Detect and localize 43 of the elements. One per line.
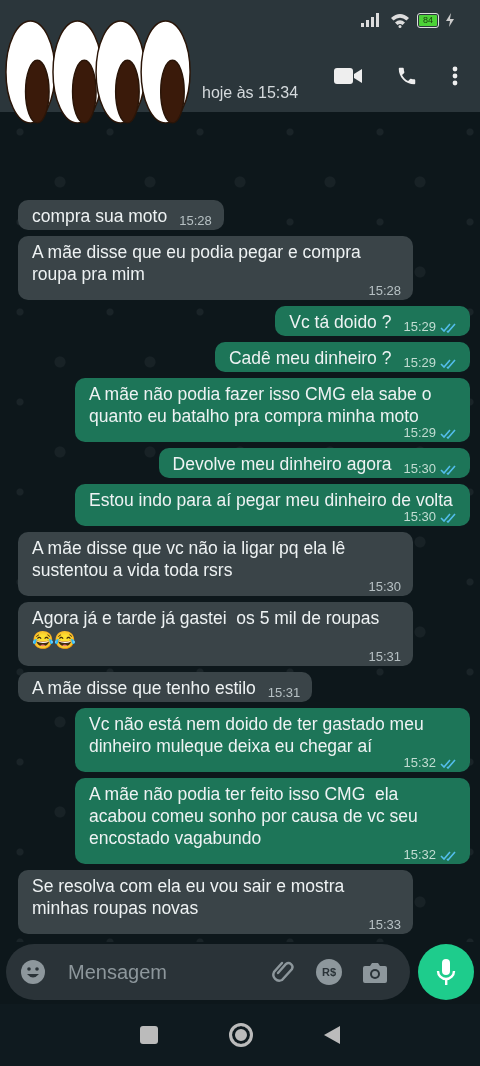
battery-level: 84 xyxy=(419,14,437,26)
message-time: 15:32 xyxy=(403,756,436,770)
message-text: compra sua moto xyxy=(32,205,168,227)
message-time: 15:29 xyxy=(403,426,436,440)
message-time: 15:28 xyxy=(179,214,212,228)
message-time: 15:30 xyxy=(403,510,436,524)
message-time: 15:32 xyxy=(403,848,436,862)
message-time: 15:31 xyxy=(267,686,301,700)
message-text: A mãe não podia ter feito isso CMG ela acabou comeu sonho por causa de vc seu encostado vagabundo xyxy=(89,783,419,849)
recents-button[interactable] xyxy=(140,1026,159,1044)
home-button[interactable] xyxy=(229,1023,253,1047)
message-time: 15:30 xyxy=(403,462,436,476)
phone-icon[interactable] xyxy=(396,65,418,87)
message-text: Agora já e tarde já gastei os 5 mil de roupas 😂😂 xyxy=(32,607,381,651)
microphone-button[interactable] xyxy=(418,944,474,1000)
video-call-icon[interactable] xyxy=(334,67,362,85)
message-text: A mãe disse que tenho estilo xyxy=(32,677,256,699)
message-time: 15:29 xyxy=(403,356,436,370)
message-time: 15:30 xyxy=(368,580,401,594)
more-options-icon[interactable] xyxy=(452,66,458,86)
message-text: Estou indo para aí pegar meu dinheiro de volta xyxy=(89,489,453,511)
message-text: A mãe não podia fazer isso CMG ela sabe o quanto eu batalho pra compra minha moto xyxy=(89,383,433,427)
message-text: Devolve meu dinheiro agora xyxy=(172,453,392,475)
camera-icon[interactable] xyxy=(362,960,388,984)
back-button[interactable] xyxy=(323,1026,340,1044)
microphone-icon xyxy=(436,958,456,986)
message-text: Cadê meu dinheiro ? xyxy=(229,347,392,369)
message-text: A mãe disse que eu podia pegar e compra roupa pra mim xyxy=(32,241,362,285)
emoji-icon[interactable] xyxy=(20,959,46,985)
message-time: 15:29 xyxy=(403,320,436,334)
message-time: 15:33 xyxy=(368,918,401,932)
message-field[interactable]: Mensagem R$ xyxy=(6,944,410,1000)
message-text: Vc não está nem doido de ter gastado meu dinheiro muleque deixa eu chegar aí xyxy=(89,713,425,757)
message-text: Se resolva com ela eu vou sair e mostra minhas roupas novas xyxy=(32,875,346,919)
message-text: A mãe disse que vc não ia ligar pq ela lê sustentou a vida toda rsrs xyxy=(32,537,347,581)
message-text: Vc tá doido ? xyxy=(289,311,392,333)
paperclip-icon[interactable] xyxy=(270,959,296,985)
message-time: 15:31 xyxy=(368,650,401,664)
charging-icon xyxy=(446,13,454,27)
payment-button[interactable]: R$ xyxy=(316,959,342,985)
wifi-icon xyxy=(390,12,410,28)
last-seen-text: hoje às 15:34 xyxy=(202,84,299,102)
message-time: 15:28 xyxy=(368,284,401,298)
